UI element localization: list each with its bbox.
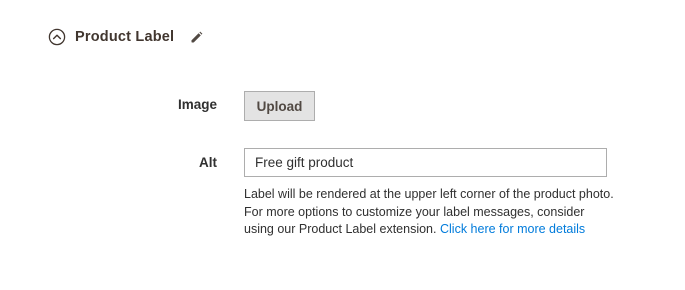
image-field-label: Image bbox=[177, 97, 217, 112]
section-title: Product Label bbox=[75, 29, 175, 45]
field-note: Label will be rendered at the upper left… bbox=[244, 186, 614, 239]
details-link[interactable]: Click here for more details bbox=[440, 222, 585, 236]
pencil-icon[interactable] bbox=[189, 31, 203, 45]
section-header[interactable]: Product Label bbox=[48, 24, 203, 50]
upload-button[interactable]: Upload bbox=[244, 91, 315, 121]
collapse-circle-icon[interactable] bbox=[48, 28, 66, 46]
alt-text-input[interactable] bbox=[244, 148, 607, 177]
alt-field-label: Alt bbox=[199, 155, 217, 170]
